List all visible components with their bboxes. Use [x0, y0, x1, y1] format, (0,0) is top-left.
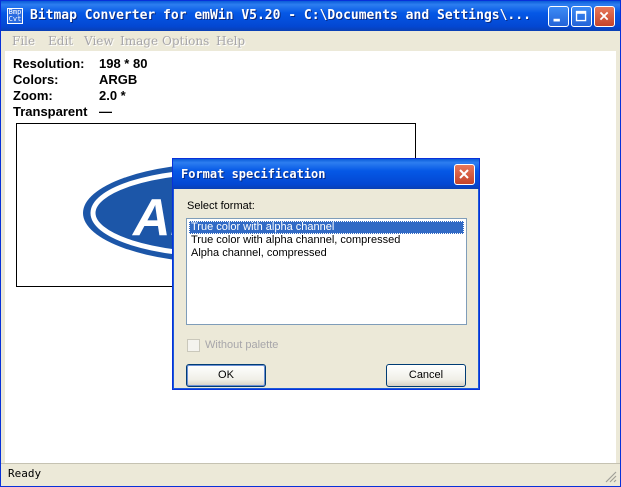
status-bar: Ready [1, 463, 620, 486]
dialog-title-bar[interactable]: Format specification [173, 159, 479, 189]
minimize-icon [553, 18, 560, 22]
close-icon [599, 11, 609, 21]
format-option[interactable]: Alpha channel, compressed [189, 247, 464, 260]
ok-button[interactable]: OK [186, 364, 266, 387]
colors-label: Colors: [13, 72, 59, 87]
colors-value: ARGB [99, 72, 138, 87]
app-icon[interactable]: Bmp Cvt [7, 8, 23, 24]
without-palette-checkbox[interactable] [187, 339, 200, 352]
zoom-value: 2.0 * [99, 88, 126, 103]
resolution-value: 198 * 80 [99, 56, 148, 71]
dialog-close-button[interactable] [454, 164, 475, 185]
menu-options[interactable]: Options [162, 34, 209, 48]
menu-image[interactable]: Image [120, 34, 158, 48]
window-title: Bitmap Converter for emWin V5.20 - C:\Do… [30, 8, 531, 23]
close-button[interactable] [594, 6, 615, 27]
resize-grip-icon[interactable] [605, 471, 617, 483]
select-format-label: Select format: [187, 200, 255, 212]
app-icon-text-bottom: Cvt [8, 15, 22, 23]
close-icon [459, 169, 469, 179]
zoom-label: Zoom: [13, 88, 53, 103]
menu-view[interactable]: View [84, 34, 114, 48]
minimize-button[interactable] [548, 6, 569, 27]
title-bar[interactable]: Bmp Cvt Bitmap Converter for emWin V5.20… [1, 1, 620, 31]
cancel-button[interactable]: Cancel [386, 364, 466, 387]
dialog-body: Select format: True color with alpha cha… [176, 189, 476, 387]
status-text: Ready [8, 467, 42, 480]
maximize-icon [575, 10, 587, 22]
transparent-label: Transparent [13, 104, 88, 119]
transparent-value: — [99, 104, 112, 119]
format-listbox[interactable]: True color with alpha channel True color… [186, 218, 467, 325]
format-option[interactable]: True color with alpha channel, compresse… [189, 234, 464, 247]
without-palette-label: Without palette [205, 339, 279, 351]
menu-help[interactable]: Help [216, 34, 245, 48]
dialog-title: Format specification [181, 167, 326, 181]
menu-bar: File Edit View Image Options Help [1, 31, 620, 51]
menu-edit[interactable]: Edit [48, 34, 73, 48]
format-dialog: Format specification Select format: True… [172, 158, 480, 390]
maximize-button[interactable] [571, 6, 592, 27]
format-option[interactable]: True color with alpha channel [189, 221, 464, 234]
resolution-label: Resolution: [13, 56, 85, 71]
menu-file[interactable]: File [12, 34, 35, 48]
